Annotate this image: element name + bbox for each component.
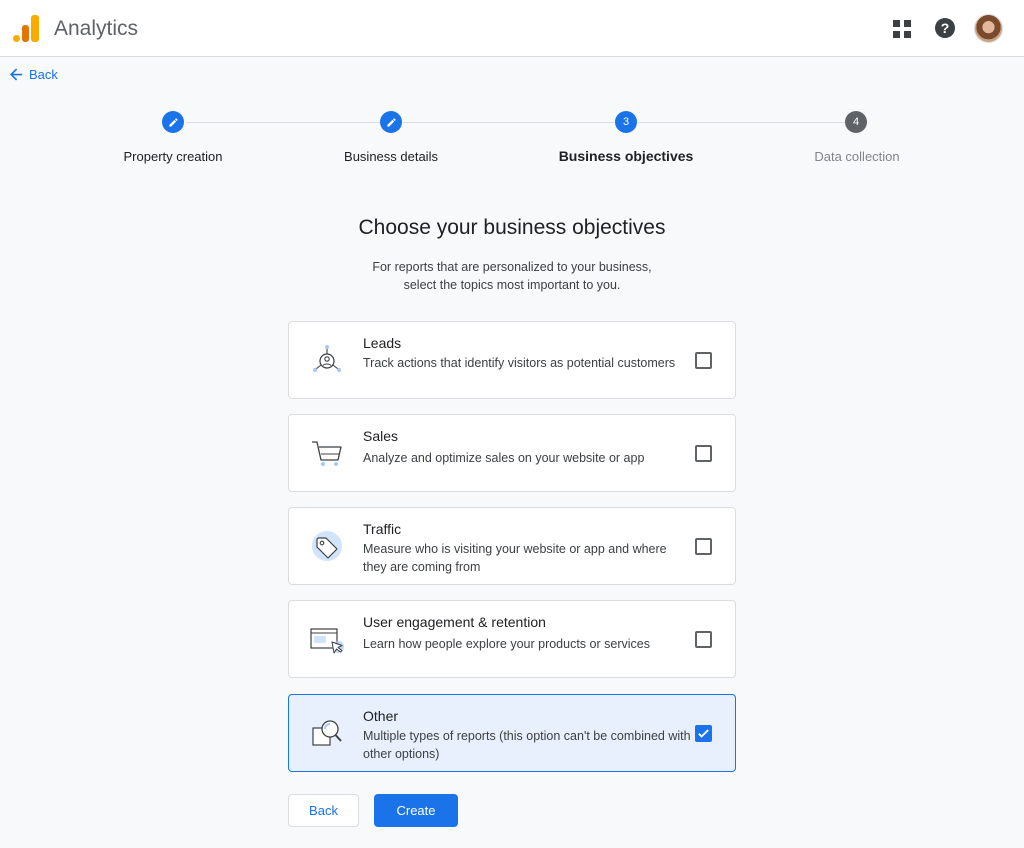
create-button[interactable]: Create [374, 794, 458, 827]
avatar[interactable] [974, 14, 1003, 43]
objective-checkbox-other[interactable] [695, 725, 712, 742]
back-link[interactable]: Back [10, 66, 58, 82]
apps-grid-icon[interactable] [893, 20, 911, 38]
objective-title: Other [363, 708, 399, 724]
shopping-cart-icon [312, 441, 342, 466]
step-label-property-creation[interactable]: Property creation [124, 149, 223, 164]
step-3-number: 3 [615, 111, 637, 133]
objective-description: Learn how people explore your products o… [363, 637, 650, 651]
step-2-edit-icon[interactable] [380, 111, 402, 133]
help-icon[interactable]: ? [935, 18, 955, 38]
step-connector [186, 122, 380, 123]
checkmark-icon [698, 729, 709, 738]
page-title: Choose your business objectives [358, 216, 666, 239]
back-link-label: Back [29, 66, 58, 82]
step-label-business-objectives: Business objectives [558, 148, 694, 164]
stepper: 3 4 Property creation Business details B… [0, 110, 1024, 170]
objective-description: Analyze and optimize sales on your websi… [363, 451, 645, 465]
objective-description: Track actions that identify visitors as … [363, 356, 676, 370]
arrow-back-icon [10, 67, 23, 81]
objective-title: Sales [363, 428, 399, 444]
objective-card-user-engagement[interactable]: User engagement & retention Learn how pe… [288, 600, 736, 678]
objective-description: Multiple types of reports (this option c… [363, 729, 691, 761]
objective-checkbox-traffic[interactable] [695, 538, 712, 555]
subtitle-line-1: For reports that are personalized to you… [372, 260, 652, 274]
objective-title: Leads [363, 335, 402, 351]
objective-title: Traffic [363, 521, 402, 537]
objective-title: User engagement & retention [363, 614, 546, 630]
step-label-data-collection: Data collection [814, 149, 900, 164]
app-title: Analytics [54, 17, 139, 40]
objective-checkbox-leads[interactable] [695, 352, 712, 369]
objective-card-traffic[interactable]: Traffic Measure who is visiting your web… [288, 507, 736, 585]
page-subtitle: For reports that are personalized to you… [0, 258, 1024, 294]
objective-checkbox-sales[interactable] [695, 445, 712, 462]
step-label-business-details[interactable]: Business details [344, 149, 438, 164]
objective-description: Measure who is visiting your website or … [363, 542, 667, 574]
subtitle-line-2: select the topics most important to you. [403, 278, 621, 292]
tag-icon [312, 531, 342, 561]
analytics-logo-icon[interactable] [13, 15, 39, 42]
step-connector [403, 122, 614, 123]
objective-card-sales[interactable]: Sales Analyze and optimize sales on your… [288, 414, 736, 492]
step-4-number: 4 [845, 111, 867, 133]
back-button[interactable]: Back [288, 794, 359, 827]
step-1-edit-icon[interactable] [162, 111, 184, 133]
browser-cursor-icon [310, 628, 344, 654]
step-connector [638, 122, 845, 123]
objective-card-leads[interactable]: Leads Track actions that identify visito… [288, 321, 736, 399]
magnifier-icon [312, 720, 342, 746]
objective-checkbox-user-engagement[interactable] [695, 631, 712, 648]
top-app-bar: Analytics ? [0, 0, 1024, 57]
objective-card-other[interactable]: Other Multiple types of reports (this op… [288, 694, 736, 772]
leads-icon [313, 345, 341, 372]
